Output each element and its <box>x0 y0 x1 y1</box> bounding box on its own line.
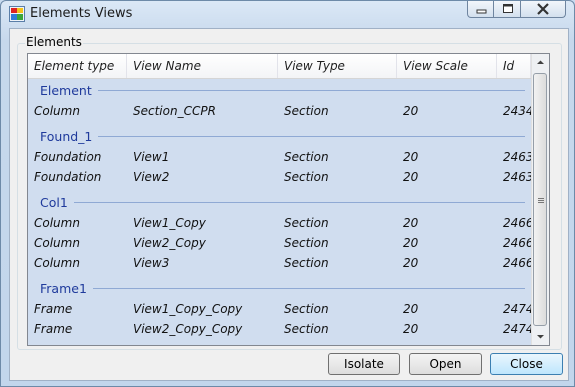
column-header[interactable]: Element type <box>28 54 127 78</box>
group-name: Element <box>40 83 92 98</box>
cell: Column <box>34 256 80 270</box>
cell: Frame <box>34 302 73 316</box>
title-bar[interactable]: Elements Views <box>1 1 574 27</box>
cell: Section <box>284 256 329 270</box>
group-divider <box>98 136 525 137</box>
list-item[interactable]: Foundation View2 Section 20 246362 <box>28 168 531 188</box>
cell: Frame <box>34 322 73 336</box>
cell: 247434 <box>503 302 531 316</box>
maximize-button[interactable] <box>494 1 521 18</box>
column-header[interactable]: View Type <box>278 54 397 78</box>
scroll-down-arrow-icon[interactable] <box>532 328 549 345</box>
cell: Column <box>34 104 80 118</box>
grip-line <box>538 198 544 199</box>
cell: Section <box>284 322 329 336</box>
cell: Column <box>34 236 80 250</box>
close-window-button[interactable] <box>521 1 566 18</box>
group-divider <box>74 202 525 203</box>
group-name: Frame1 <box>40 281 87 296</box>
cell: 247443 <box>503 322 531 336</box>
cell: 20 <box>403 170 419 184</box>
group-header[interactable]: Element <box>28 80 531 100</box>
maximize-icon <box>503 4 513 13</box>
window-title: Elements Views <box>30 6 133 21</box>
cell: Section <box>284 302 329 316</box>
scroll-up-arrow-icon[interactable] <box>532 54 549 71</box>
list-item[interactable]: Foundation View1 Section 20 246353 <box>28 148 531 168</box>
cell: Foundation <box>34 170 102 184</box>
cell: 20 <box>403 322 419 336</box>
cell: Column <box>34 216 80 230</box>
groupbox-label: Elements <box>25 35 83 49</box>
cell: 243488 <box>503 104 531 118</box>
app-icon <box>9 6 25 22</box>
close-icon <box>537 3 549 15</box>
cell: 246353 <box>503 150 531 164</box>
isolate-button[interactable]: Isolate <box>328 353 400 375</box>
cell: Section <box>284 170 329 184</box>
column-header[interactable]: View Scale <box>397 54 497 78</box>
column-header[interactable]: Id <box>497 54 531 78</box>
cell: 20 <box>403 302 419 316</box>
minimize-button[interactable] <box>467 1 494 18</box>
group-header[interactable]: Frame1 <box>28 278 531 298</box>
minimize-icon <box>476 9 487 14</box>
group-divider <box>98 90 525 91</box>
cell: 20 <box>403 104 419 118</box>
elements-listview[interactable]: Element type View Name View Type View Scale… <box>27 53 550 346</box>
list-item[interactable]: Frame View1_Copy_Copy Section 20 247434 <box>28 300 531 320</box>
cell: View2_Copy_Copy <box>133 322 243 336</box>
cell: 20 <box>403 216 419 230</box>
list-item[interactable]: Column View2_Copy Section 20 246618 <box>28 234 531 254</box>
list-item[interactable]: Column View3 Section 20 246627 <box>28 254 531 274</box>
cell: Section <box>284 216 329 230</box>
scrollbar-thumb[interactable] <box>533 73 547 326</box>
cell: View1_Copy <box>133 216 206 230</box>
grip-line <box>538 200 544 201</box>
cell: 246618 <box>503 236 531 250</box>
cell: 246627 <box>503 256 531 270</box>
group-name: Found_1 <box>40 129 93 144</box>
cell: View2 <box>133 170 170 184</box>
group-header[interactable]: Found_1 <box>28 126 531 146</box>
vertical-scrollbar[interactable] <box>531 54 549 345</box>
group-name: Col1 <box>40 195 68 210</box>
cell: 20 <box>403 236 419 250</box>
cell: Section <box>284 150 329 164</box>
cell: View1_Copy_Copy <box>133 302 243 316</box>
cell: Foundation <box>34 150 102 164</box>
list-item[interactable]: Column View1_Copy Section 20 246609 <box>28 214 531 234</box>
listview-header: Element type View Name View Type View Scale… <box>28 54 531 79</box>
list-item[interactable]: Frame View2_Copy_Copy Section 20 247443 <box>28 320 531 340</box>
cell: Section_CCPR <box>133 104 216 118</box>
elements-views-window: Elements Views Elements Element type View… <box>0 0 575 387</box>
cell: 20 <box>403 150 419 164</box>
cell: View1 <box>133 150 170 164</box>
cell: View2_Copy <box>133 236 206 250</box>
grip-line <box>538 202 544 203</box>
cell: Section <box>284 236 329 250</box>
cell: 246362 <box>503 170 531 184</box>
cell: 246609 <box>503 216 531 230</box>
column-header[interactable]: View Name <box>127 54 278 78</box>
cell: 20 <box>403 256 419 270</box>
close-button[interactable]: Close <box>490 353 563 375</box>
cell: View3 <box>133 256 170 270</box>
client-area: Elements Element type View Name View Type V… <box>9 28 569 381</box>
open-button[interactable]: Open <box>409 353 482 375</box>
cell: Section <box>284 104 329 118</box>
group-header[interactable]: Col1 <box>28 192 531 212</box>
group-divider <box>93 288 525 289</box>
list-item[interactable]: Column Section_CCPR Section 20 243488 <box>28 102 531 122</box>
